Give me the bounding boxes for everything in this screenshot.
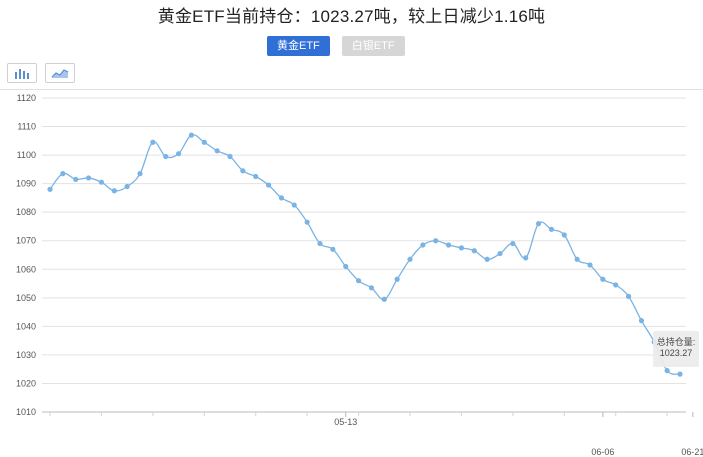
data-point[interactable] — [265, 182, 272, 188]
data-point[interactable] — [561, 232, 567, 238]
data-point[interactable] — [304, 219, 310, 225]
series-line — [49, 134, 681, 375]
y-tick-label: 1090 — [16, 179, 36, 189]
y-tick-label: 1060 — [16, 264, 36, 274]
data-point[interactable] — [253, 173, 259, 180]
y-axis: 1010 1020 1030 1040 1050 1060 1070 1080 1090 1100… — [16, 93, 36, 417]
data-point[interactable] — [420, 242, 426, 248]
data-point[interactable] — [124, 183, 130, 190]
data-point[interactable] — [407, 256, 413, 262]
y-tick-label: 1020 — [16, 378, 36, 388]
data-point[interactable] — [574, 256, 580, 262]
data-point[interactable] — [317, 240, 323, 247]
data-point[interactable] — [523, 255, 529, 261]
data-point[interactable] — [98, 179, 105, 185]
data-point[interactable] — [175, 151, 182, 157]
x-tick-label: 05-13 — [334, 417, 357, 427]
data-point[interactable] — [368, 285, 375, 291]
x-tick-label: 06-21 — [681, 447, 703, 457]
data-point[interactable] — [278, 195, 285, 201]
data-point[interactable] — [381, 296, 387, 302]
data-point[interactable] — [600, 276, 606, 282]
data-point[interactable] — [343, 263, 349, 270]
data-point[interactable] — [587, 262, 593, 268]
data-point[interactable] — [201, 139, 207, 145]
data-point[interactable] — [433, 238, 439, 244]
data-point[interactable] — [111, 188, 117, 194]
data-point[interactable] — [497, 250, 503, 257]
data-point[interactable] — [535, 221, 542, 227]
line-chart: 1010 1020 1030 1040 1050 1060 1070 1080 1090 1100… — [16, 93, 703, 457]
y-tick-label: 1070 — [16, 236, 36, 246]
data-point[interactable] — [625, 293, 632, 299]
data-point[interactable] — [613, 282, 619, 288]
x-axis: 05-1306-0606-2106-2907-08 — [42, 411, 703, 457]
data-point[interactable] — [677, 371, 683, 377]
data-point[interactable] — [188, 132, 195, 138]
data-point[interactable] — [394, 276, 400, 282]
tooltip-value: 1023.27 — [659, 348, 693, 358]
data-point[interactable] — [73, 176, 79, 182]
data-point[interactable] — [60, 171, 66, 177]
data-point[interactable] — [47, 186, 53, 192]
y-tick-label: 1050 — [16, 293, 36, 303]
data-point[interactable] — [227, 153, 233, 160]
data-point[interactable] — [445, 242, 452, 248]
y-tick-label: 1100 — [17, 150, 36, 160]
tooltip-label: 总持仓量: — [656, 337, 696, 347]
data-point[interactable] — [214, 148, 220, 154]
data-point[interactable] — [355, 278, 362, 284]
x-tick-label: 06-06 — [591, 447, 614, 457]
y-tick-label: 1110 — [17, 122, 36, 132]
y-tick-label: 1040 — [16, 321, 36, 331]
data-point[interactable] — [330, 246, 336, 252]
y-tick-label: 1030 — [16, 350, 36, 360]
grid-lines — [42, 97, 686, 413]
data-point[interactable] — [85, 175, 92, 181]
y-tick-label: 1120 — [17, 93, 36, 103]
data-point[interactable] — [137, 171, 143, 177]
data-point[interactable] — [471, 248, 477, 254]
data-point[interactable] — [484, 256, 490, 262]
holdings-series — [47, 132, 683, 377]
data-point[interactable] — [150, 139, 156, 145]
data-point[interactable] — [510, 240, 516, 247]
data-point[interactable] — [638, 318, 645, 324]
data-point[interactable] — [548, 226, 555, 232]
holdings-tooltip: 总持仓量: 1023.27 — [653, 331, 699, 367]
data-point[interactable] — [163, 153, 169, 160]
y-tick-label: 1010 — [16, 407, 36, 417]
data-point[interactable] — [664, 368, 670, 374]
y-tick-label: 1080 — [16, 207, 36, 217]
data-point[interactable] — [458, 245, 465, 251]
data-point[interactable] — [240, 168, 246, 174]
data-point[interactable] — [291, 202, 297, 208]
